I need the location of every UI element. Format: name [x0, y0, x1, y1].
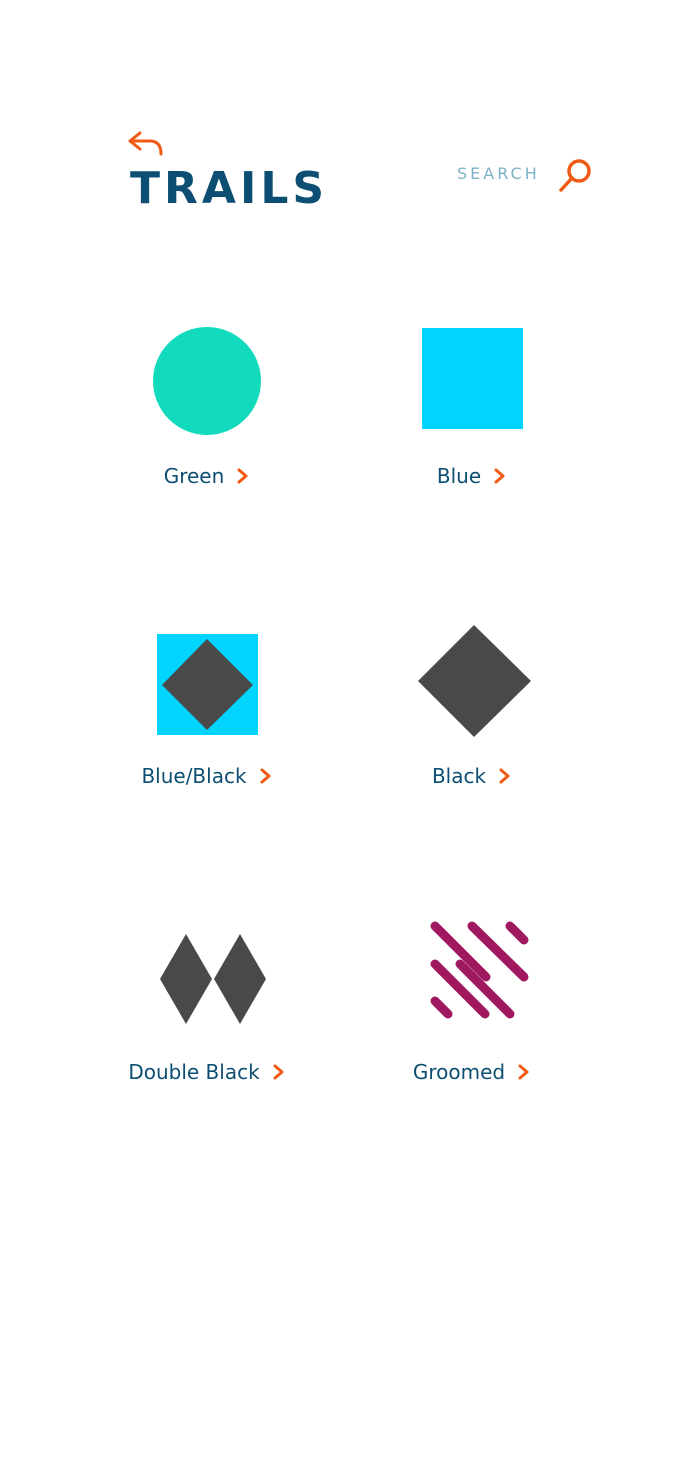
chevron-right-icon	[273, 1064, 284, 1080]
trails-page: TRAILS SEARCH Green Blue Blue/Black Blac…	[0, 0, 677, 1467]
trail-label: Green	[163, 464, 225, 488]
trail-item-black[interactable]: Black	[342, 615, 602, 845]
search-button[interactable]: SEARCH	[456, 152, 596, 194]
chevron-right-icon	[494, 468, 505, 484]
page-title: TRAILS	[130, 163, 329, 214]
black-diamond-icon	[418, 625, 531, 737]
groomed-lines-icon	[430, 921, 529, 1019]
chevron-right-icon	[499, 768, 510, 784]
blue-black-square-diamond-icon	[157, 634, 258, 735]
trail-item-blue[interactable]: Blue	[342, 310, 602, 540]
back-arrow-icon	[128, 131, 163, 156]
blue-square-icon	[422, 328, 523, 429]
trail-item-groomed[interactable]: Groomed	[342, 912, 602, 1142]
search-icon	[559, 159, 591, 192]
trail-label: Blue/Black	[141, 764, 247, 788]
trail-label: Black	[431, 764, 487, 788]
chevron-right-icon	[260, 768, 271, 784]
back-button[interactable]	[126, 128, 166, 158]
trail-item-blue-black[interactable]: Blue/Black	[77, 615, 337, 845]
trail-label: Blue	[436, 464, 482, 488]
chevron-right-icon	[518, 1064, 529, 1080]
trail-label: Groomed	[412, 1060, 506, 1084]
double-black-diamond-icon	[160, 934, 266, 1024]
trail-label: Double Black	[128, 1060, 260, 1084]
chevron-right-icon	[237, 468, 248, 484]
green-circle-icon	[153, 327, 261, 435]
trail-item-double-black[interactable]: Double Black	[77, 912, 337, 1142]
trail-item-green[interactable]: Green	[77, 310, 337, 540]
search-label: SEARCH	[457, 164, 540, 183]
